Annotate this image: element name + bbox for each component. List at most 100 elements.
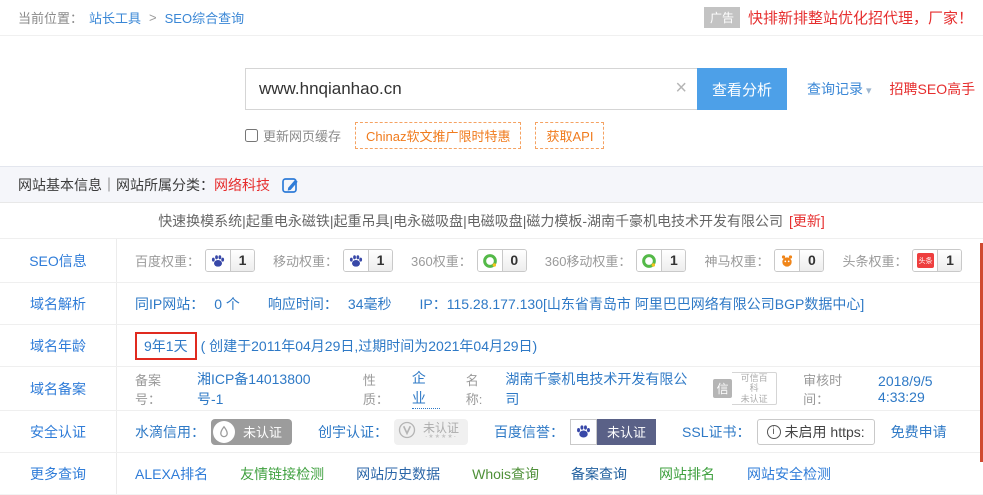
search-section: × 查看分析 查询记录▾ 招聘SEO高手 更新网页缓存 Chinaz软文推广限时… (0, 36, 983, 147)
site-info-panel: 网站基本信息 ｜ 网站所属分类： 网络科技 快速换模系统|起重电永磁铁|起重吊具… (0, 166, 983, 495)
info-icon: i (767, 425, 781, 439)
row-label-more: 更多查询 (0, 453, 117, 494)
icp-number-value[interactable]: 湘ICP备14013800号-1 (197, 369, 337, 409)
breadcrumb-separator: > (149, 10, 157, 25)
row-seo-info: SEO信息 百度权重： 1 移动权重： 1 360权重： (0, 239, 983, 283)
site-title-text: 快速换模系统|起重电永磁铁|起重吊具|电永磁吸盘|电磁吸盘|磁力模板-湖南千豪机… (158, 211, 783, 231)
row-content-dns: 同IP网站： 0 个 响应时间： 34毫秒 IP：115.28.177.130[… (117, 283, 983, 324)
link-icp-query[interactable]: 备案查询 (571, 464, 627, 484)
360-weight-badge[interactable]: 0 (477, 249, 527, 272)
refresh-cache-checkbox[interactable] (245, 129, 258, 142)
row-content-seo: 百度权重： 1 移动权重： 1 360权重： 0 (117, 239, 983, 282)
trust-badge-line1: 可信百科 (741, 373, 768, 393)
chuangyu-label: 创宇认证： (318, 422, 388, 442)
row-label-icp: 域名备案 (0, 367, 117, 410)
analyze-button[interactable]: 查看分析 (697, 68, 787, 110)
panel-header: 网站基本信息 ｜ 网站所属分类： 网络科技 (0, 167, 983, 203)
weight-label: 移动权重： (273, 251, 338, 270)
baidu-paw-icon (206, 250, 231, 271)
link-friend-links-check[interactable]: 友情链接检测 (240, 464, 324, 484)
domain-input[interactable] (245, 68, 697, 110)
row-security: 安全认证 水滴信用： 未认证 创宇认证： 未认证 -★★★★- 百度信誉： 未认… (0, 411, 983, 453)
weight-value: 0 (800, 250, 823, 271)
row-label-seo: SEO信息 (0, 239, 117, 282)
baidu-paw-icon (570, 419, 597, 445)
hire-seo-link[interactable]: 招聘SEO高手 (890, 79, 976, 99)
row-content-age: 9年1天 ( 创建于2011年04月29日,过期时间为2021年04月29日) (117, 325, 983, 366)
chuangyu-status: 未认证 (423, 422, 459, 434)
promo-softtext-link[interactable]: Chinaz软文推广限时特惠 (355, 122, 521, 149)
trust-badge-line2: 未认证 (741, 394, 768, 404)
trust-encyclopedia-badge[interactable]: 信 可信百科 未认证 (713, 372, 777, 405)
row-label-age: 域名年龄 (0, 325, 117, 366)
breadcrumb-link-seo-query[interactable]: SEO综合查询 (165, 8, 244, 27)
search-row: × 查看分析 查询记录▾ 招聘SEO高手 (245, 68, 983, 110)
top-ad-link[interactable]: 快排新排整站优化招代理，厂家！ (748, 7, 973, 28)
category-value: 网络科技 (214, 175, 270, 195)
weight-label: 头条权重： (842, 251, 907, 270)
breadcrumb-link-tools[interactable]: 站长工具 (89, 8, 141, 27)
row-more-queries: 更多查询 ALEXA排名 友情链接检测 网站历史数据 Whois查询 备案查询 … (0, 453, 983, 495)
same-ip-value[interactable]: 0 个 (214, 294, 240, 314)
weight-label: 百度权重： (135, 251, 200, 270)
360-ring-icon (478, 250, 503, 271)
update-title-link[interactable]: [更新] (789, 211, 825, 231)
shuidi-credit-badge[interactable]: 未认证 (211, 419, 292, 445)
row-icp: 域名备案 备案号： 湘ICP备14013800号-1 性质： 企业 名称: 湖南… (0, 367, 983, 411)
weight-value: 1 (369, 250, 392, 271)
baidu-weight-badge[interactable]: 1 (205, 249, 255, 272)
weight-item-mobile: 移动权重： 1 (273, 249, 393, 272)
weight-label: 360移动权重： (545, 251, 632, 270)
weight-item-360-mobile: 360移动权重： 1 (545, 249, 687, 272)
water-drop-icon (213, 421, 235, 443)
chevron-down-icon: ▾ (866, 85, 872, 97)
icp-company-name[interactable]: 湖南千豪机电技术开发有限公司 (505, 369, 701, 409)
ip-address-value[interactable]: IP：115.28.177.130[山东省青岛市 阿里巴巴网络有限公司BGP数据… (420, 294, 865, 314)
clear-input-icon[interactable]: × (675, 77, 687, 99)
link-site-history[interactable]: 网站历史数据 (356, 464, 440, 484)
link-whois-query[interactable]: Whois查询 (472, 464, 539, 484)
edit-category-icon[interactable] (282, 176, 300, 194)
query-history-link[interactable]: 查询记录▾ (807, 79, 872, 99)
category-label: 网站所属分类： (116, 175, 214, 195)
chuangyu-status-col: 未认证 -★★★★- (423, 422, 459, 441)
shuidi-label: 水滴信用： (135, 422, 205, 442)
refresh-cache-label: 更新网页缓存 (263, 126, 341, 145)
weight-item-toutiao: 头条权重： 头条 1 (842, 249, 962, 272)
get-api-link[interactable]: 获取API (535, 122, 604, 149)
360-ring-icon (637, 250, 662, 271)
weight-value: 1 (231, 250, 254, 271)
breadcrumb-prefix: 当前位置： (18, 8, 83, 27)
row-domain-age: 域名年龄 9年1天 ( 创建于2011年04月29日,过期时间为2021年04月… (0, 325, 983, 367)
mobile-weight-badge[interactable]: 1 (343, 249, 393, 272)
link-alexa-rank[interactable]: ALEXA排名 (135, 464, 208, 484)
weight-label: 360权重： (411, 251, 472, 270)
icp-nature-value[interactable]: 企业 (412, 368, 440, 409)
ad-badge: 广告 (704, 7, 740, 28)
icp-name-label: 名称: (466, 370, 496, 408)
baidu-reputation-label: 百度信誉： (494, 422, 564, 442)
row-dns: 域名解析 同IP网站： 0 个 响应时间： 34毫秒 IP：115.28.177… (0, 283, 983, 325)
domain-age-detail: ( 创建于2011年04月29日,过期时间为2021年04月29日) (201, 336, 538, 356)
audit-time-value: 2018/9/5 4:33:29 (878, 373, 983, 405)
link-site-security-check[interactable]: 网站安全检测 (747, 464, 831, 484)
shenma-weight-badge[interactable]: 0 (774, 249, 824, 272)
row-content-security: 水滴信用： 未认证 创宇认证： 未认证 -★★★★- 百度信誉： 未认证 SSL… (117, 411, 983, 452)
row-label-dns: 域名解析 (0, 283, 117, 324)
baidu-paw-icon (344, 250, 369, 271)
chuangyu-cert-badge[interactable]: 未认证 -★★★★- (394, 419, 468, 445)
link-site-rank[interactable]: 网站排名 (659, 464, 715, 484)
weight-item-shenma: 神马权重： 0 (704, 249, 824, 272)
row-content-more: ALEXA排名 友情链接检测 网站历史数据 Whois查询 备案查询 网站排名 … (117, 453, 983, 494)
weight-item-360: 360权重： 0 (411, 249, 527, 272)
baidu-reputation-badge[interactable]: 未认证 (570, 419, 656, 445)
free-apply-link[interactable]: 免费申请 (891, 422, 947, 442)
toutiao-weight-badge[interactable]: 头条 1 (912, 249, 962, 272)
weight-label: 神马权重： (704, 251, 769, 270)
breadcrumb: 当前位置： 站长工具 > SEO综合查询 广告 快排新排整站优化招代理，厂家！ (0, 0, 983, 36)
weight-item-baidu: 百度权重： 1 (135, 249, 255, 272)
search-input-wrap: × (245, 68, 697, 110)
weight-value: 1 (938, 250, 961, 271)
360-mobile-weight-badge[interactable]: 1 (636, 249, 686, 272)
ssl-status-box[interactable]: i 未启用 https: (757, 419, 875, 445)
